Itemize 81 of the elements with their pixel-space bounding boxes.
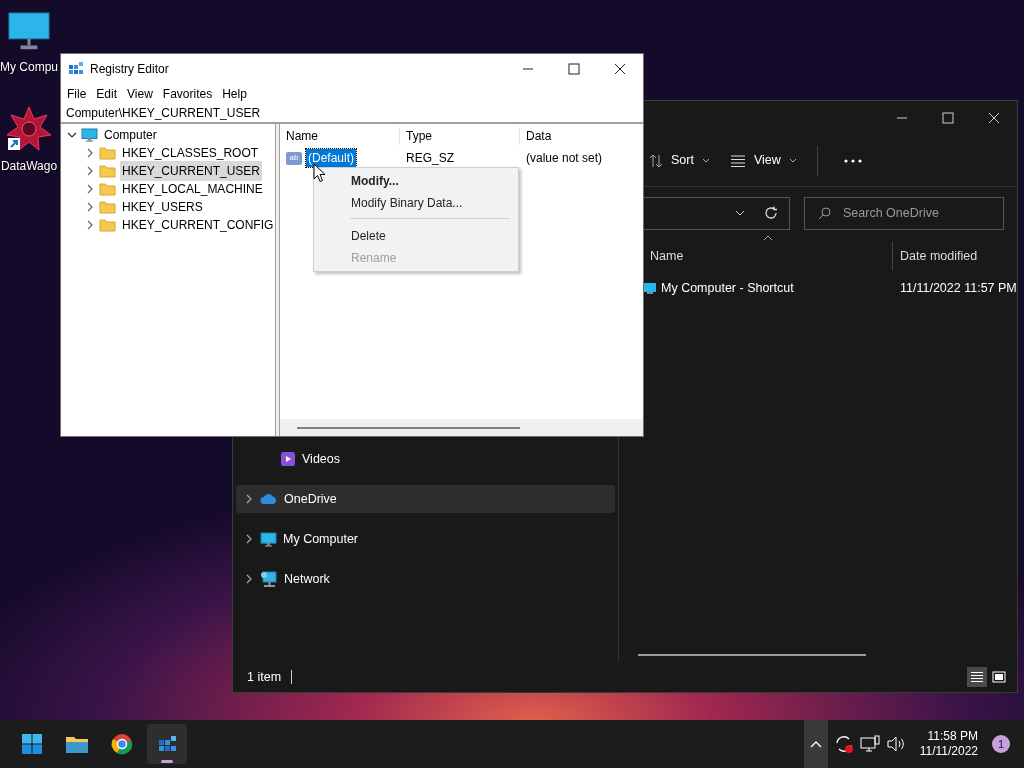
network-icon [260,570,278,588]
chevron-icon [735,210,745,216]
close-icon [614,62,626,75]
item-count: 1 item [247,668,282,686]
folder-icon [99,182,116,196]
nav-item[interactable]: OneDrive [236,485,615,513]
sort-icon [649,153,663,168]
scrollbar[interactable] [638,654,866,656]
maximize-icon [568,62,580,75]
registry-icon [157,734,177,754]
monitor-icon [81,128,98,142]
notification-badge[interactable]: 1 [992,735,1010,753]
folder-icon [99,200,116,214]
browser-icon [111,733,133,755]
volume-icon[interactable] [885,735,906,753]
value-name[interactable]: (Default) [306,149,356,167]
tree-item[interactable]: HKEY_CURRENT_CONFIG [120,215,276,235]
folder-icon [99,218,116,232]
clock[interactable]: 11:58 PM 11/11/2022 [919,729,978,759]
monitor-icon [260,531,277,547]
list-icon [729,154,746,167]
window-title: Registry Editor [90,60,169,78]
monitor-icon [8,12,50,50]
shortcut-icon [6,105,52,153]
folder-icon [99,164,116,178]
cursor-icon [313,163,326,183]
menu-item[interactable]: Favorites [157,82,218,105]
folder-icon [99,146,116,160]
column-header[interactable]: Date modified [900,246,978,266]
chevron-icon [788,157,797,164]
address-bar[interactable]: Computer\HKEY_CURRENT_USER [61,104,643,124]
tree-item[interactable]: HKEY_USERS [120,197,205,217]
tree-item[interactable]: HKEY_CURRENT_USER [120,161,263,181]
toolbar-button[interactable]: Sort [641,147,718,174]
more-icon [843,158,862,163]
tile-icon [992,671,1006,683]
tree-item[interactable]: Computer [102,125,159,145]
tree-item[interactable]: HKEY_LOCAL_MACHINE [120,179,265,199]
maximize-icon [942,112,954,124]
cloud-icon [260,493,278,505]
menu-item[interactable]: Help [217,82,252,105]
chevron-icon [701,157,710,164]
video-icon [280,451,296,467]
value-type: REG_SZ [406,151,454,165]
column-header[interactable]: Name [650,248,684,263]
tray-overflow-button[interactable] [803,720,828,768]
column-header[interactable]: Type [400,127,520,145]
date-cell: 11/11/2022 11:57 PM [900,280,1017,295]
column-header[interactable]: Name [280,127,400,145]
menu-item[interactable]: Delete [314,225,518,247]
column-header[interactable]: Data [520,127,552,145]
scrollbar[interactable] [297,426,520,429]
menu-item[interactable]: View [122,82,158,105]
view-button[interactable] [967,667,987,687]
tree-item[interactable]: HKEY_CLASSES_ROOT [120,143,261,163]
refresh-icon [764,206,778,220]
menu-item[interactable]: Modify Binary Data... [314,192,518,214]
icon-label[interactable]: My Compu [0,58,58,76]
sort-caret-icon [763,234,773,241]
menu-item[interactable]: Edit [91,82,123,105]
list-icon [970,671,984,683]
nav-item[interactable]: Network [236,565,615,593]
shortcut-icon [643,281,657,295]
registry-icon [68,60,84,77]
taskbar-app[interactable] [147,724,187,764]
folder-icon [65,734,89,754]
icon-label[interactable]: DataWago [0,157,58,175]
nav-item[interactable]: Videos [236,445,615,473]
search-icon [818,206,831,220]
file-name[interactable]: My Computer - Shortcut [661,278,794,298]
windows-icon [21,733,43,755]
search-field[interactable]: Search OneDrive [804,196,1004,230]
toolbar-button[interactable]: View [721,147,805,174]
nav-item[interactable]: My Computer [236,525,615,553]
value-icon: ab [286,151,302,165]
menu-item[interactable]: File [62,82,92,105]
close-icon [988,112,1000,124]
value-data: (value not set) [526,151,603,165]
chevron-icon [809,740,822,748]
network-icon[interactable] [859,735,880,753]
sync-icon[interactable] [833,734,854,754]
